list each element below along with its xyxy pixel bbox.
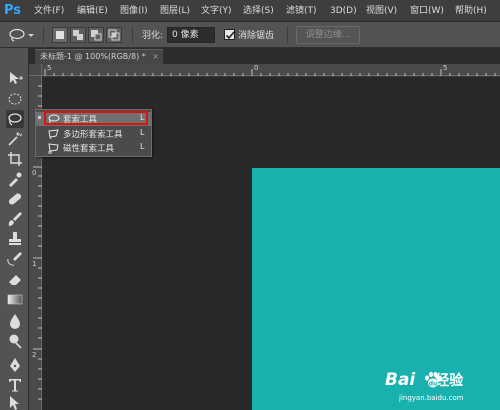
ruler-label: 5 (47, 64, 52, 72)
elliptical-marquee-icon (8, 93, 22, 105)
brush-icon (8, 212, 22, 226)
flyout-item-label: 磁性套索工具 (63, 144, 115, 154)
path-selection-icon (10, 396, 19, 410)
menu-3d[interactable]: 3D(D) (330, 4, 357, 18)
document-tab-title: 未标题-1 @ 100%(RGB/8) * (40, 52, 146, 61)
type-icon (9, 379, 21, 392)
pen-icon (10, 358, 20, 372)
healing-brush-tool[interactable] (6, 190, 24, 208)
move-tool[interactable] (6, 69, 24, 87)
dodge-tool[interactable] (6, 332, 24, 350)
eyedropper-tool[interactable] (6, 170, 24, 188)
flyout-item-polygonal-lasso[interactable]: 多边形套索工具 L (36, 127, 151, 141)
document-tab[interactable]: 未标题-1 @ 100%(RGB/8) * × (35, 49, 163, 64)
move-icon (10, 72, 23, 84)
lasso-icon (8, 113, 22, 126)
dodge-icon (9, 334, 22, 349)
crop-icon (8, 152, 22, 166)
annotation-highlight-box (44, 111, 148, 125)
ruler-label: 5 (443, 64, 448, 72)
separator (43, 26, 44, 44)
antialias-label: 消除锯齿 (238, 31, 275, 41)
droplet-icon (10, 314, 20, 329)
menu-edit[interactable]: 编辑(E) (77, 4, 108, 18)
menu-layer[interactable]: 图层(L) (160, 4, 190, 18)
close-icon[interactable]: × (152, 50, 159, 63)
flyout-item-magnetic-lasso[interactable]: 磁性套索工具 L (36, 141, 151, 155)
stamp-icon (9, 232, 21, 245)
crop-tool[interactable] (6, 150, 24, 168)
add-to-selection-button[interactable] (70, 27, 86, 43)
flyout-item-shortcut: L (140, 142, 145, 151)
checkmark-icon (225, 31, 235, 40)
path-selection-tool[interactable] (6, 394, 24, 410)
bandage-icon (8, 193, 22, 205)
pen-tool[interactable] (6, 356, 24, 374)
feather-label: 羽化: (142, 31, 164, 41)
menu-file[interactable]: 文件(F) (34, 4, 64, 18)
flyout-item-shortcut: L (140, 128, 145, 137)
magic-wand-icon (8, 132, 23, 146)
eraser-icon (9, 275, 21, 285)
brush-tool[interactable] (6, 210, 24, 228)
ruler-label: 2 (32, 351, 37, 359)
watermark-url: jingyan.baidu.com (399, 394, 464, 402)
antialias-checkbox[interactable] (224, 29, 235, 40)
flyout-item-label: 多边形套索工具 (63, 130, 123, 140)
eraser-tool[interactable] (6, 270, 24, 288)
history-brush-icon (7, 252, 22, 266)
new-selection-icon (56, 31, 64, 39)
blur-tool[interactable] (6, 312, 24, 330)
eyedropper-icon (9, 172, 22, 187)
gradient-icon (7, 294, 23, 305)
ruler-ticks (44, 69, 496, 76)
ruler-label: 0 (254, 64, 259, 72)
history-brush-tool[interactable] (6, 250, 24, 268)
photoshop-logo: Ps (4, 3, 22, 18)
feather-input[interactable]: 0 像素 (167, 27, 215, 43)
separator (132, 26, 133, 44)
menu-image[interactable]: 图像(I) (120, 4, 148, 18)
ruler-corner (29, 64, 42, 76)
clone-stamp-tool[interactable] (6, 230, 24, 248)
add-selection-icon (73, 30, 83, 40)
separator (287, 26, 288, 44)
lasso-tool[interactable] (6, 110, 24, 128)
menu-window[interactable]: 窗口(W) (410, 4, 444, 18)
ruler-label: 0 (32, 169, 37, 177)
magnetic-lasso-icon (48, 143, 59, 154)
intersect-selection-button[interactable] (106, 27, 122, 43)
lasso-tool-flyout: 套索工具 L 多边形套索工具 L 磁性套索工具 L (35, 109, 152, 157)
intersect-selection-icon (108, 29, 120, 41)
subtract-from-selection-button[interactable] (88, 27, 104, 43)
menu-select[interactable]: 选择(S) (243, 4, 274, 18)
document-tab-strip: 未标题-1 @ 100%(RGB/8) * × (29, 48, 500, 64)
menu-filter[interactable]: 滤镜(T) (286, 4, 317, 18)
lasso-icon (9, 28, 34, 42)
menu-help[interactable]: 帮助(H) (455, 4, 487, 18)
selected-indicator (38, 116, 41, 119)
marquee-tool[interactable] (6, 90, 24, 108)
watermark-brand-left: Bai (385, 370, 416, 390)
svg-text:du: du (429, 381, 438, 388)
subtract-selection-icon (91, 30, 102, 41)
baidu-jingyan-watermark: Bai 经验 du jingyan.baidu.com (385, 370, 497, 408)
menu-type[interactable]: 文字(Y) (201, 4, 232, 18)
ruler-label: 1 (32, 260, 37, 268)
menu-view[interactable]: 视图(V) (366, 4, 397, 18)
type-tool[interactable] (6, 376, 24, 394)
tool-preset-picker[interactable] (6, 26, 36, 44)
quick-selection-tool[interactable] (6, 130, 24, 148)
polygonal-lasso-icon (48, 129, 59, 140)
menu-bar: Ps 文件(F) 编辑(E) 图像(I) 图层(L) 文字(Y) 选择(S) 滤… (0, 0, 500, 22)
horizontal-ruler[interactable]: 5 0 5 (42, 64, 500, 76)
new-selection-button[interactable] (52, 27, 68, 43)
tools-panel (0, 48, 29, 410)
gradient-tool[interactable] (6, 290, 24, 308)
paw-icon: du (425, 371, 442, 388)
refine-edge-button[interactable]: 调整边缘... (296, 26, 360, 44)
options-bar: 羽化: 0 像素 消除锯齿 调整边缘... (0, 22, 500, 48)
